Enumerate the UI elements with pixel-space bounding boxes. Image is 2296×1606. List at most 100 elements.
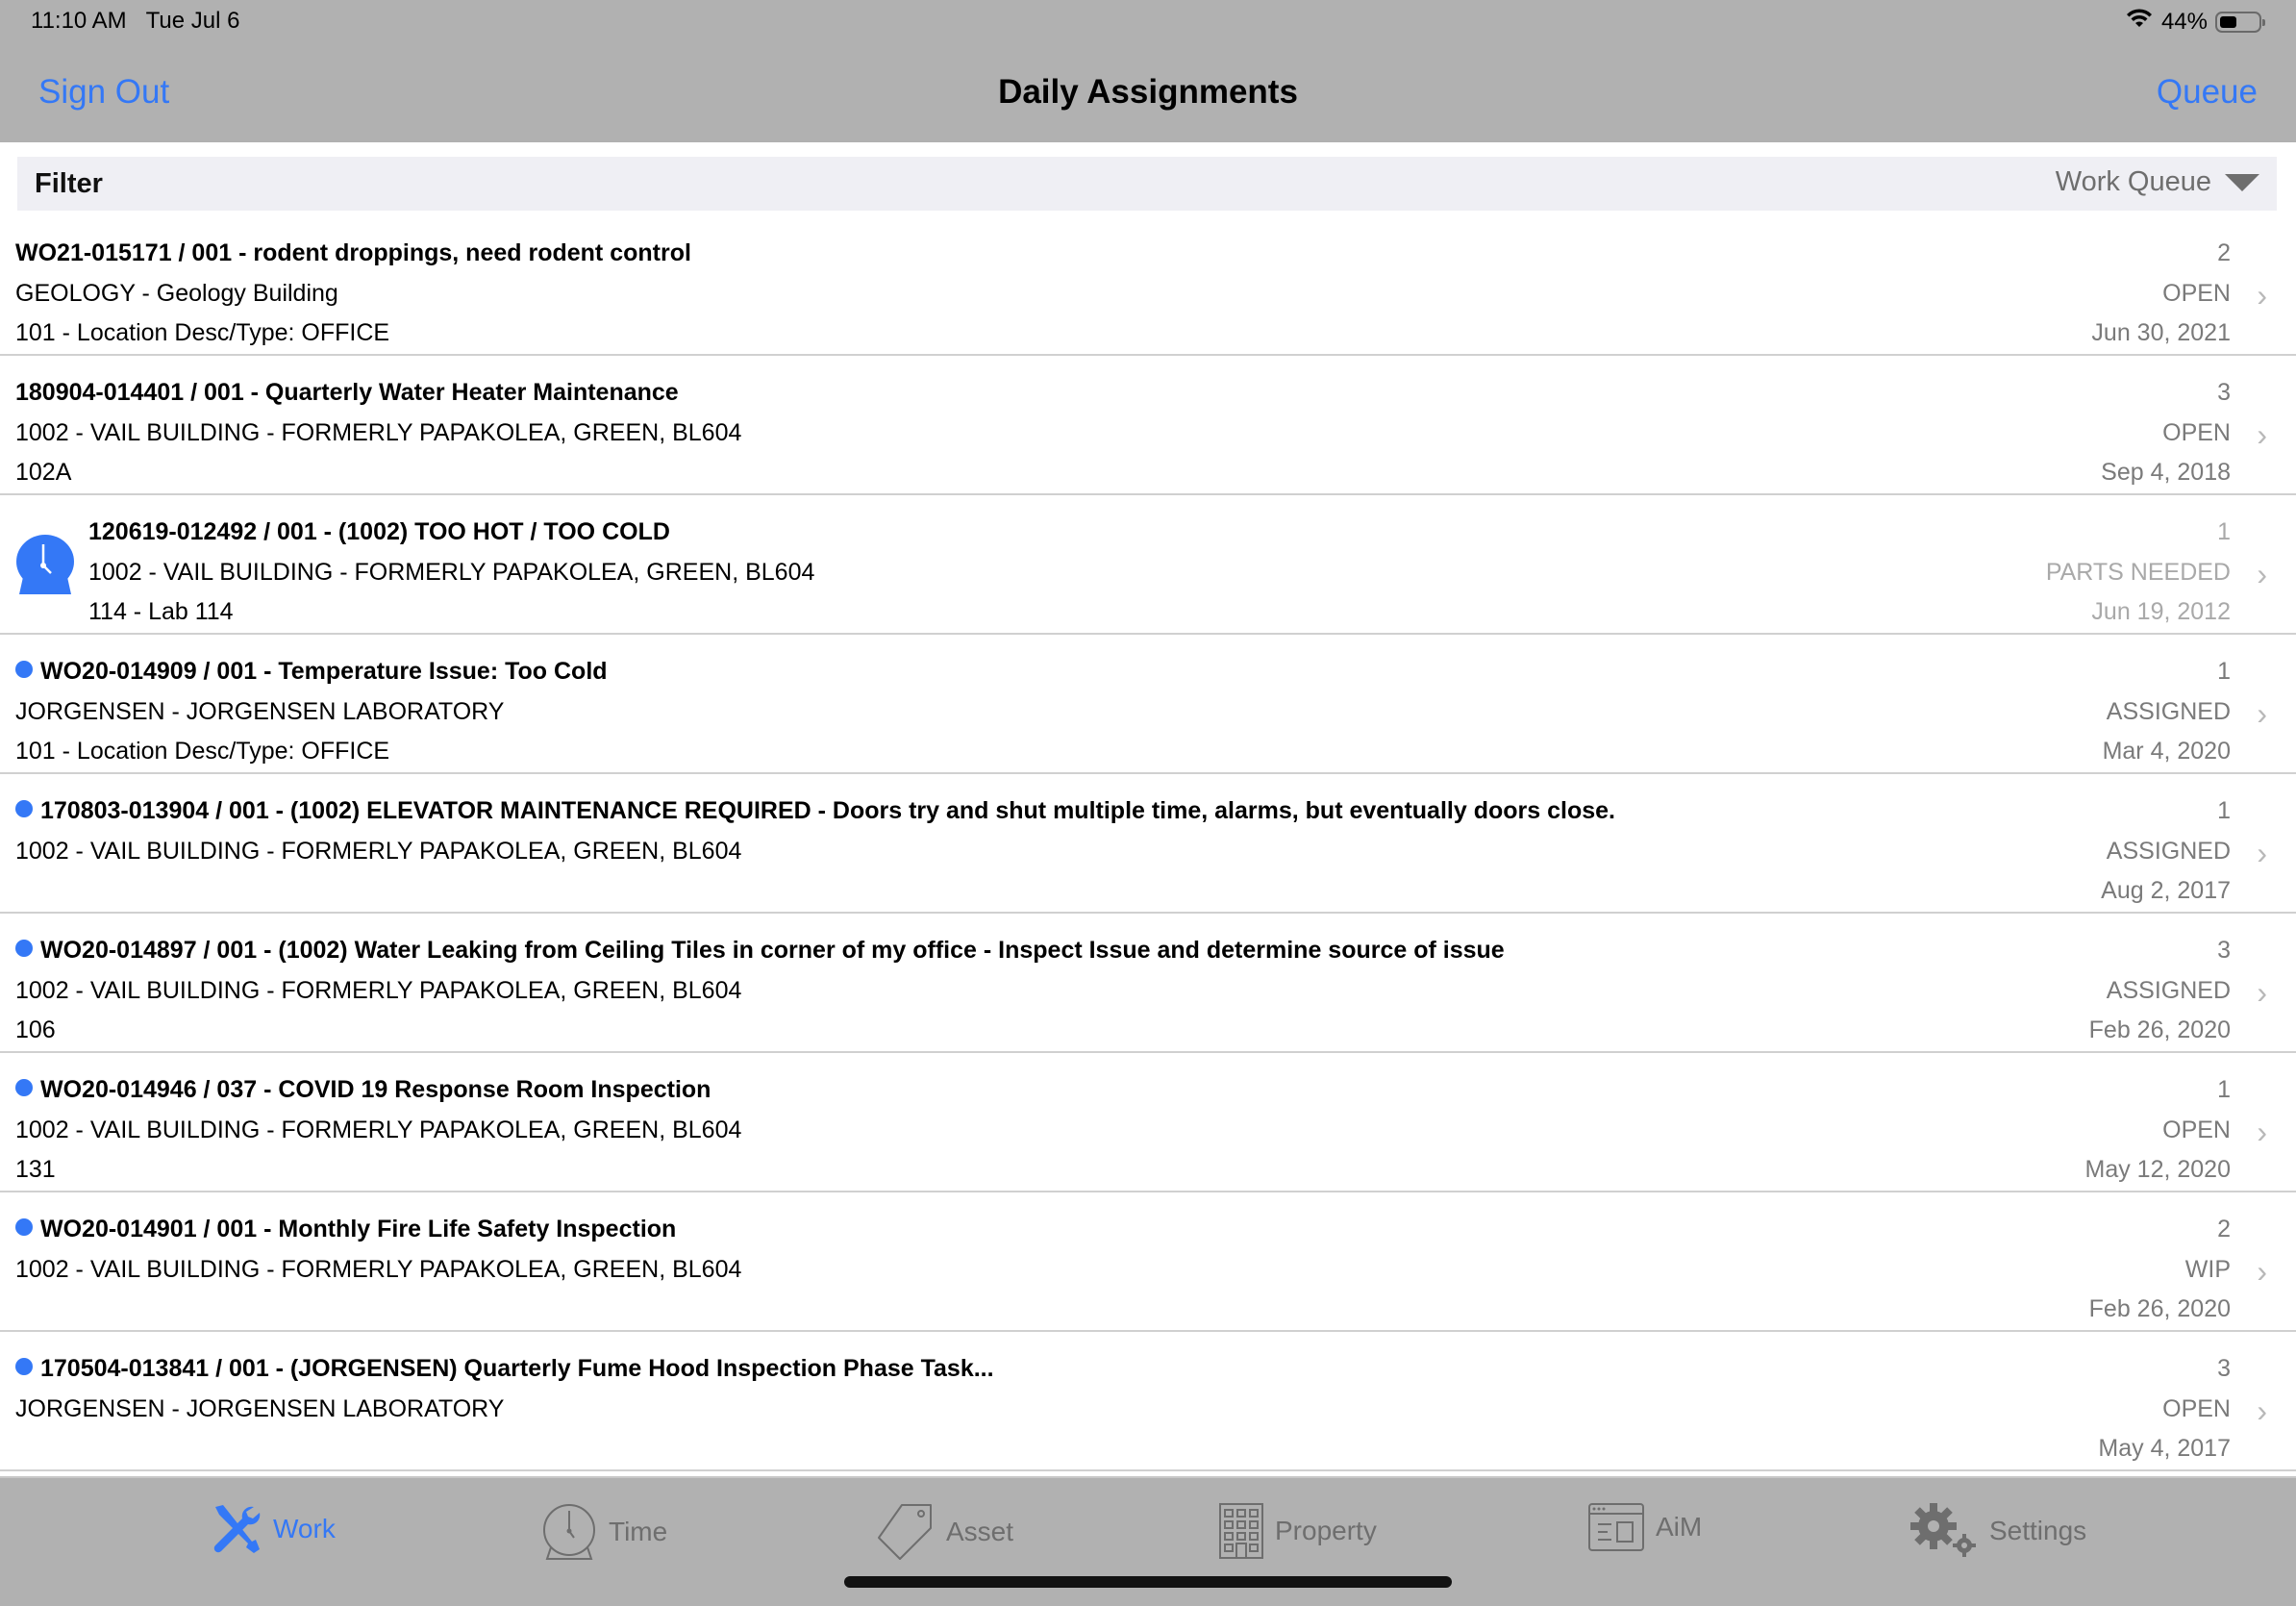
work-order-row[interactable]: WO21-015171 / 001 - rodent droppings, ne…	[0, 216, 2296, 356]
chevron-right-icon: ›	[2257, 1115, 2267, 1149]
clock-icon	[541, 1503, 597, 1561]
home-indicator[interactable]	[844, 1576, 1452, 1588]
work-order-title-text: WO21-015171 / 001 - rodent droppings, ne…	[15, 239, 691, 266]
work-order-location: 102A	[15, 459, 72, 486]
battery-fill	[2220, 15, 2236, 28]
work-order-count: 1	[2217, 797, 2231, 824]
sign-out-button[interactable]: Sign Out	[38, 73, 169, 112]
tab-aim[interactable]: AiM	[1588, 1503, 1702, 1551]
work-order-status: OPEN	[2162, 419, 2231, 446]
work-order-building: 1002 - VAIL BUILDING - FORMERLY PAPAKOLE…	[15, 977, 742, 1004]
work-order-location: 101 - Location Desc/Type: OFFICE	[15, 738, 390, 765]
work-order-title: WO20-014946 / 037 - COVID 19 Response Ro…	[15, 1076, 711, 1104]
work-order-count: 3	[2217, 1355, 2231, 1382]
work-order-row[interactable]: WO20-014897 / 001 - (1002) Water Leaking…	[0, 914, 2296, 1053]
tab-settings-label: Settings	[1989, 1516, 2087, 1545]
tab-time-label: Time	[609, 1517, 668, 1546]
chevron-right-icon: ›	[2257, 417, 2267, 452]
work-order-date: May 12, 2020	[2084, 1156, 2232, 1183]
work-order-count: 1	[2217, 518, 2231, 545]
work-order-location: 106	[15, 1016, 56, 1043]
chevron-right-icon: ›	[2257, 975, 2267, 1010]
status-time-date: 11:10 AM Tue Jul 6	[31, 8, 239, 35]
battery-nub	[2262, 18, 2265, 26]
work-order-status: WIP	[2184, 1256, 2231, 1283]
tab-work[interactable]: Work	[210, 1503, 336, 1555]
filter-dropdown[interactable]: Work Queue	[2056, 166, 2259, 198]
work-order-count: 3	[2217, 379, 2231, 406]
work-order-row[interactable]: WO20-014946 / 037 - COVID 19 Response Ro…	[0, 1053, 2296, 1192]
work-order-title: WO20-014901 / 001 - Monthly Fire Life Sa…	[15, 1216, 676, 1243]
tab-asset[interactable]: Asset	[877, 1503, 1013, 1561]
work-order-location: 131	[15, 1156, 56, 1183]
status-indicators: 44%	[2125, 8, 2265, 36]
unread-dot-icon	[15, 940, 33, 957]
work-order-row[interactable]: WO20-014901 / 001 - Monthly Fire Life Sa…	[0, 1192, 2296, 1332]
work-order-title-text: 170504-013841 / 001 - (JORGENSEN) Quarte…	[40, 1355, 994, 1382]
work-order-building: 1002 - VAIL BUILDING - FORMERLY PAPAKOLE…	[15, 1117, 742, 1143]
work-order-count: 2	[2217, 1216, 2231, 1242]
work-order-row[interactable]: 170504-013841 / 001 - (JORGENSEN) Quarte…	[0, 1332, 2296, 1471]
tab-settings[interactable]: Settings	[1910, 1503, 2086, 1559]
work-order-list: WO21-015171 / 001 - rodent droppings, ne…	[0, 216, 2296, 1471]
wrench-screwdriver-icon	[210, 1503, 262, 1555]
triangle-down-icon	[2225, 173, 2259, 191]
work-order-title: WO20-014909 / 001 - Temperature Issue: T…	[15, 658, 608, 686]
tab-property[interactable]: Property	[1219, 1503, 1377, 1559]
chevron-right-icon: ›	[2257, 696, 2267, 731]
work-order-row[interactable]: WO20-014909 / 001 - Temperature Issue: T…	[0, 635, 2296, 774]
navigation-bar: Daily Assignments Sign Out Queue	[0, 58, 2296, 142]
work-order-title: WO20-014897 / 001 - (1002) Water Leaking…	[15, 937, 1505, 965]
clock-icon	[15, 535, 75, 594]
unread-dot-icon	[15, 1079, 33, 1096]
unread-dot-icon	[15, 661, 33, 678]
work-order-count: 1	[2217, 1076, 2231, 1103]
filter-bar: Filter Work Queue	[17, 157, 2277, 211]
work-order-status: PARTS NEEDED	[2045, 559, 2231, 586]
work-order-status: ASSIGNED	[2106, 698, 2231, 725]
chevron-right-icon: ›	[2257, 1254, 2267, 1289]
work-order-title-text: WO20-014909 / 001 - Temperature Issue: T…	[40, 658, 608, 685]
work-order-building: GEOLOGY - Geology Building	[15, 280, 338, 307]
work-order-title-text: 120619-012492 / 001 - (1002) TOO HOT / T…	[88, 518, 670, 545]
chevron-right-icon: ›	[2257, 278, 2267, 313]
work-order-count: 1	[2217, 658, 2231, 685]
status-time: 11:10 AM	[31, 8, 127, 34]
work-order-date: Feb 26, 2020	[2088, 1295, 2231, 1322]
work-order-date: Jun 30, 2021	[2091, 319, 2231, 346]
work-order-status: OPEN	[2162, 1117, 2231, 1143]
work-order-status: ASSIGNED	[2106, 977, 2231, 1004]
work-order-row[interactable]: 180904-014401 / 001 - Quarterly Water He…	[0, 356, 2296, 495]
work-order-location: 101 - Location Desc/Type: OFFICE	[15, 319, 390, 346]
work-order-title-text: WO20-014897 / 001 - (1002) Water Leaking…	[40, 937, 1505, 964]
status-date: Tue Jul 6	[145, 8, 240, 34]
work-order-title: 170803-013904 / 001 - (1002) ELEVATOR MA…	[15, 797, 1615, 825]
work-order-row[interactable]: 120619-012492 / 001 - (1002) TOO HOT / T…	[0, 495, 2296, 635]
work-order-date: Mar 4, 2020	[2102, 738, 2231, 765]
work-order-date: Feb 26, 2020	[2088, 1016, 2231, 1043]
tab-asset-label: Asset	[946, 1517, 1014, 1546]
work-order-status: OPEN	[2162, 280, 2231, 307]
tag-icon	[877, 1503, 935, 1561]
work-order-title-text: 170803-013904 / 001 - (1002) ELEVATOR MA…	[40, 797, 1615, 824]
work-order-row[interactable]: 170803-013904 / 001 - (1002) ELEVATOR MA…	[0, 774, 2296, 914]
work-order-title: WO21-015171 / 001 - rodent droppings, ne…	[15, 239, 691, 267]
work-order-building: 1002 - VAIL BUILDING - FORMERLY PAPAKOLE…	[15, 1256, 742, 1283]
work-order-date: Aug 2, 2017	[2101, 877, 2231, 904]
browser-window-icon	[1588, 1503, 1644, 1551]
work-order-title-text: WO20-014946 / 037 - COVID 19 Response Ro…	[40, 1076, 711, 1103]
work-order-building: 1002 - VAIL BUILDING - FORMERLY PAPAKOLE…	[15, 838, 742, 865]
work-order-date: May 4, 2017	[2098, 1435, 2231, 1462]
work-order-building: 1002 - VAIL BUILDING - FORMERLY PAPAKOLE…	[88, 559, 815, 586]
work-order-building: 1002 - VAIL BUILDING - FORMERLY PAPAKOLE…	[15, 419, 742, 446]
gears-icon	[1910, 1503, 1978, 1559]
building-icon	[1219, 1503, 1263, 1559]
page-title: Daily Assignments	[998, 73, 1298, 111]
unread-dot-icon	[15, 1358, 33, 1375]
work-order-title: 120619-012492 / 001 - (1002) TOO HOT / T…	[88, 518, 670, 546]
tab-time[interactable]: Time	[541, 1503, 667, 1561]
queue-button[interactable]: Queue	[2157, 73, 2258, 112]
work-order-title: 170504-013841 / 001 - (JORGENSEN) Quarte…	[15, 1355, 994, 1383]
chevron-right-icon: ›	[2257, 1393, 2267, 1428]
unread-dot-icon	[15, 1218, 33, 1236]
